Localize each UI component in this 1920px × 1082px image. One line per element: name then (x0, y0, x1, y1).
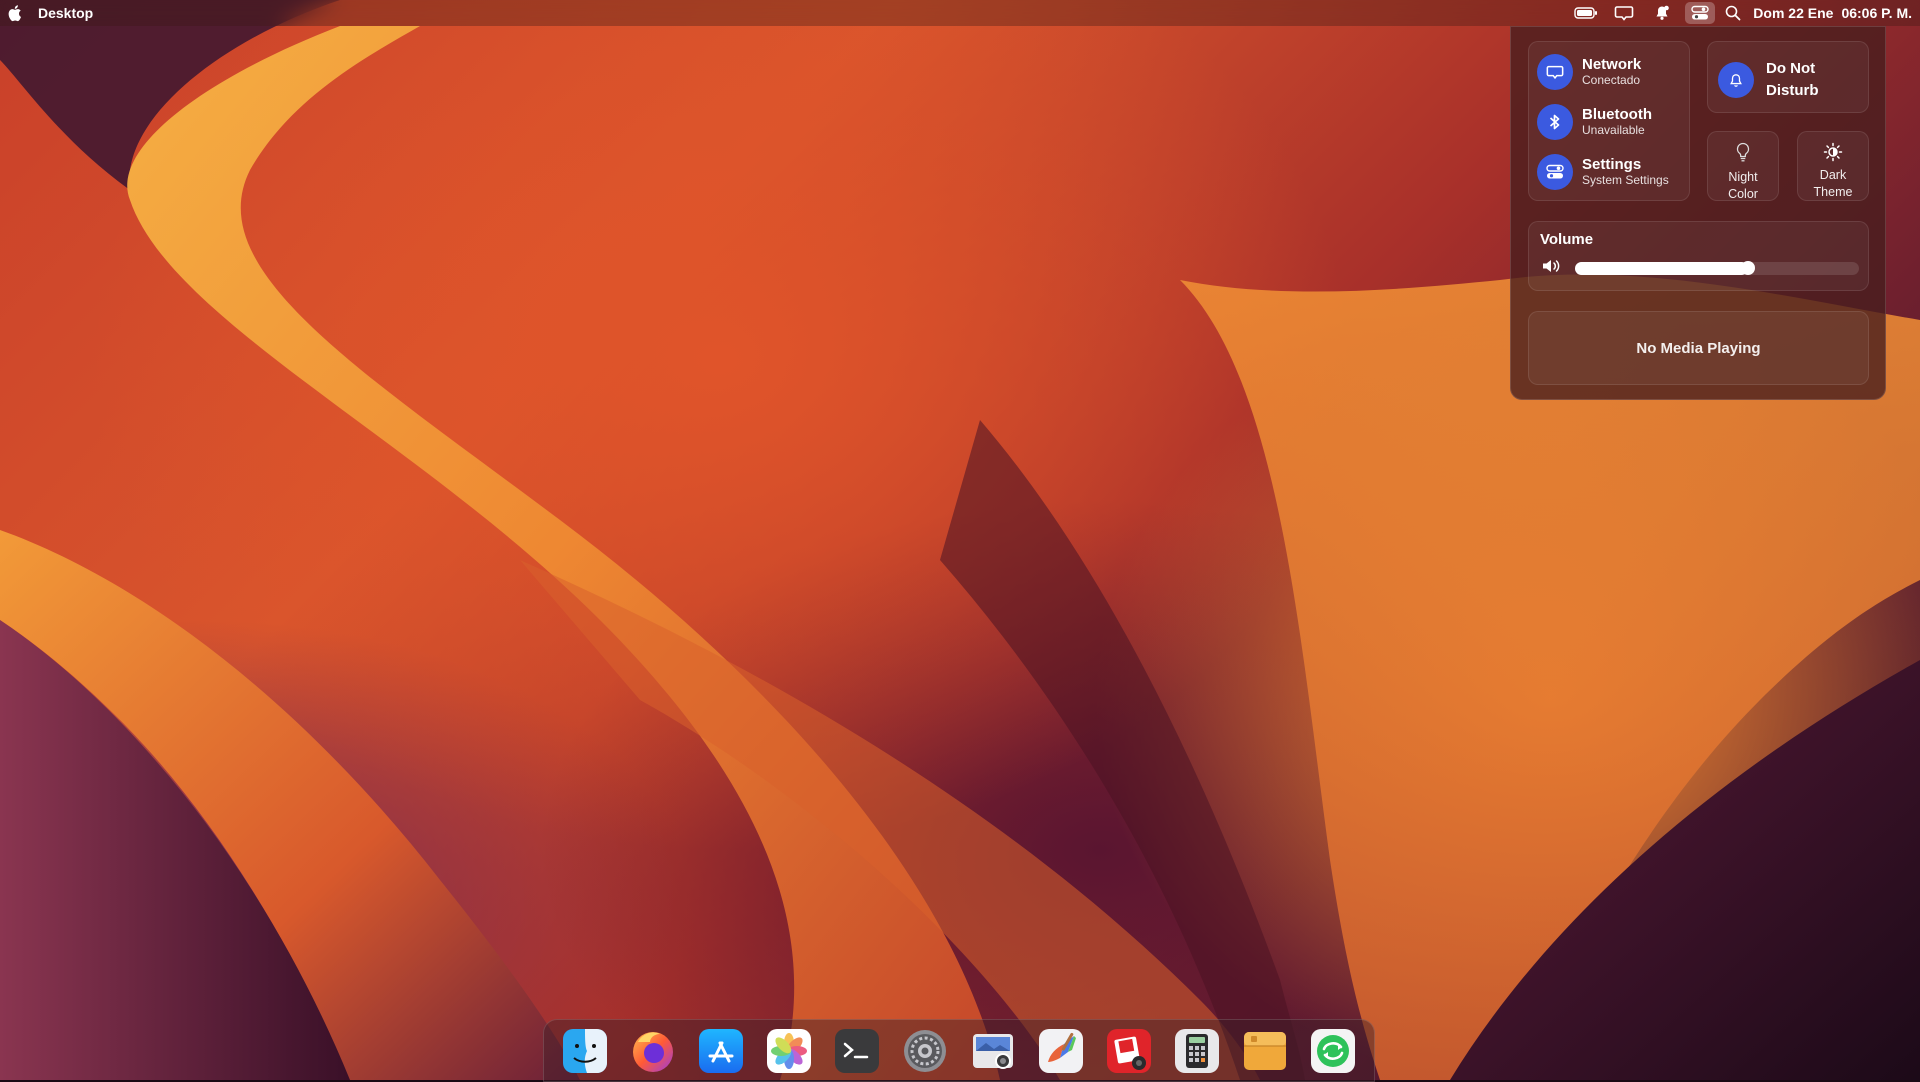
sync-icon (1311, 1028, 1355, 1073)
display-icon[interactable] (1605, 0, 1643, 26)
firefox-icon (633, 1031, 673, 1072)
dock-app-photos[interactable] (761, 1023, 817, 1079)
settings-subtitle: System Settings (1582, 173, 1669, 187)
paint-brush-icon (1039, 1028, 1083, 1073)
bluetooth-label: Bluetooth (1582, 106, 1652, 123)
volume-slider-fill (1575, 262, 1748, 275)
night-color-toggle[interactable]: Night Color (1707, 131, 1779, 201)
connectivity-tile: Network Conectado Bluetooth Unavailable … (1528, 41, 1690, 201)
dark-theme-toggle[interactable]: Dark Theme (1797, 131, 1869, 201)
do-not-disturb-toggle[interactable]: Do Not Disturb (1707, 41, 1869, 113)
finder-icon (563, 1028, 607, 1073)
network-status: Conectado (1582, 73, 1641, 87)
search-icon[interactable] (1719, 0, 1747, 26)
dock (543, 1019, 1375, 1082)
speaker-icon[interactable] (1541, 258, 1563, 279)
active-app-title[interactable]: Desktop (38, 5, 93, 21)
dock-app-image-viewer[interactable] (965, 1023, 1021, 1079)
media-player-tile[interactable]: No Media Playing (1528, 311, 1869, 385)
screen-recorder-icon (1107, 1028, 1151, 1073)
dock-app-calculator[interactable] (1169, 1023, 1225, 1079)
no-media-playing-text: No Media Playing (1636, 339, 1761, 357)
dock-app-system-settings[interactable] (897, 1023, 953, 1079)
volume-slider[interactable] (1575, 261, 1859, 275)
battery-icon[interactable] (1567, 0, 1605, 26)
bluetooth-icon (1537, 104, 1573, 140)
menu-bar: Desktop Dom 22 Ene 06:06 P. M. (0, 0, 1920, 26)
settings-toggles-icon (1537, 154, 1573, 190)
apple-icon[interactable] (6, 4, 22, 22)
terminal-icon (835, 1028, 879, 1073)
image-viewer-icon (973, 1033, 1013, 1069)
lightbulb-icon (1735, 142, 1751, 169)
dock-app-finder[interactable] (557, 1023, 613, 1079)
calculator-icon (1175, 1028, 1219, 1073)
brightness-icon (1823, 142, 1843, 167)
dock-app-sync[interactable] (1305, 1023, 1361, 1079)
photos-icon (767, 1028, 811, 1073)
network-icon (1537, 54, 1573, 90)
volume-slider-knob[interactable] (1741, 261, 1755, 275)
volume-tile: Volume (1528, 221, 1869, 291)
bluetooth-status: Unavailable (1582, 123, 1645, 137)
control-center-panel: Network Conectado Bluetooth Unavailable … (1510, 26, 1886, 400)
dock-app-screen-recorder[interactable] (1101, 1023, 1157, 1079)
do-not-disturb-label: Do Not Disturb (1766, 60, 1819, 99)
dock-app-terminal[interactable] (829, 1023, 885, 1079)
dock-app-archive[interactable] (1237, 1023, 1293, 1079)
dock-app-paint[interactable] (1033, 1023, 1089, 1079)
menu-bar-time[interactable]: 06:06 P. M. (1841, 5, 1912, 21)
app-store-icon (699, 1028, 743, 1073)
bell-icon (1718, 62, 1754, 98)
dock-app-app-store[interactable] (693, 1023, 749, 1079)
network-toggle[interactable]: Network Conectado (1537, 54, 1641, 90)
dark-theme-label-line1: Dark (1819, 168, 1847, 182)
menu-bar-date[interactable]: Dom 22 Ene (1753, 5, 1833, 21)
notification-bell-icon[interactable] (1643, 0, 1681, 26)
night-color-label-line2: Color (1728, 187, 1758, 201)
volume-label: Volume (1540, 231, 1594, 248)
settings-label: Settings (1582, 156, 1642, 173)
menu-bar-status-area: Dom 22 Ene 06:06 P. M. (1567, 0, 1912, 26)
settings-button[interactable]: Settings System Settings (1537, 154, 1669, 190)
control-center-icon[interactable] (1685, 2, 1716, 24)
night-color-label-line1: Night (1728, 170, 1758, 184)
dock-app-firefox[interactable] (625, 1023, 681, 1079)
archive-box-icon (1244, 1031, 1286, 1070)
network-label: Network (1582, 56, 1642, 73)
dark-theme-label-line2: Theme (1813, 185, 1853, 199)
gear-icon (904, 1029, 946, 1072)
bluetooth-toggle[interactable]: Bluetooth Unavailable (1537, 104, 1652, 140)
